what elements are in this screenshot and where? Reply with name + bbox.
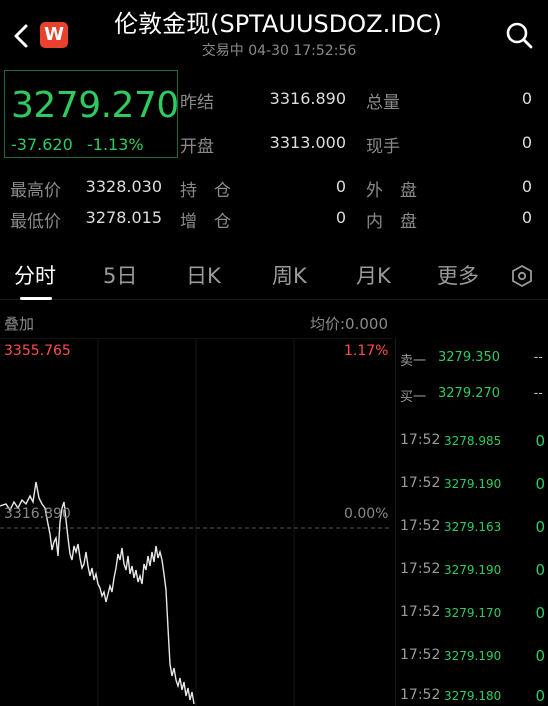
open-value: 3313.000 [269, 133, 346, 152]
app-header: W 伦敦金现(SPTAUUSDOZ.IDC) 交易中 04-30 17:52:5… [0, 0, 548, 68]
ask-volume: -- [533, 350, 543, 365]
open-interest-value: 0 [335, 177, 346, 196]
trade-volume: 0 [535, 475, 545, 493]
order-book-panel: 卖一 3279.350 -- 买一 3279.270 -- 17:52 3278… [395, 338, 548, 706]
bid-label: 买一 [400, 390, 427, 405]
trade-price: 3279.170 [444, 606, 502, 620]
current-price-box: 3279.270 -37.620 -1.13% [4, 70, 179, 158]
trade-row: 17:52 3278.985 0 [396, 430, 548, 452]
outer-volume-value: 0 [521, 177, 532, 196]
high-label: 最高价 [10, 181, 61, 201]
trade-time: 17:52 [400, 432, 441, 448]
trading-status: 交易中 04-30 17:52:56 [201, 43, 357, 59]
trade-price: 3279.163 [444, 520, 502, 534]
outer-volume-label: 外 盘 [366, 181, 417, 201]
prev-close-value: 3316.890 [269, 89, 346, 108]
tab-monthly-k[interactable]: 月K [356, 260, 391, 290]
trade-price: 3278.985 [444, 434, 502, 448]
total-volume-value: 0 [521, 89, 532, 108]
trade-volume: 0 [535, 647, 545, 665]
chart-prev-close-pct: 0.00% [344, 506, 389, 522]
open-label: 开盘 [180, 137, 214, 157]
trade-time: 17:52 [400, 561, 441, 577]
trade-row: 17:52 3279.190 0 [396, 645, 548, 667]
add-position-label: 增 仓 [180, 212, 231, 232]
trade-time: 17:52 [400, 518, 441, 534]
trade-row: 17:52 3279.180 0 [396, 685, 548, 706]
trade-time: 17:52 [400, 687, 441, 703]
trade-time: 17:52 [400, 475, 441, 491]
prev-close-label: 昨结 [180, 93, 214, 113]
total-volume-label: 总量 [366, 93, 400, 113]
tab-5day[interactable]: 5日 [103, 260, 137, 290]
trade-volume: 0 [535, 432, 545, 450]
trade-price: 3279.190 [444, 563, 502, 577]
tab-intraday[interactable]: 分时 [14, 260, 56, 290]
tab-more[interactable]: 更多 [437, 260, 479, 290]
high-value: 3328.030 [85, 177, 162, 196]
ask-price: 3279.350 [438, 350, 501, 365]
open-interest-label: 持 仓 [180, 181, 231, 201]
trade-row: 17:52 3279.190 0 [396, 559, 548, 581]
intraday-chart[interactable] [0, 338, 392, 706]
active-tab-indicator [20, 297, 52, 300]
trade-row: 17:52 3279.163 0 [396, 516, 548, 538]
ask-row: 卖一 3279.350 -- [396, 348, 548, 370]
period-tabs: 分时 5日 日K 周K 月K 更多 [0, 252, 548, 300]
trade-row: 17:52 3279.170 0 [396, 602, 548, 624]
trade-row: 17:52 3279.190 0 [396, 473, 548, 495]
chart-top-price: 3355.765 [4, 343, 71, 359]
low-value: 3278.015 [85, 208, 162, 227]
average-price-label: 均价:0.000 [310, 315, 388, 333]
page-title: 伦敦金现(SPTAUUSDOZ.IDC) [114, 10, 442, 38]
bid-volume: -- [533, 386, 543, 401]
hexagon-settings-icon[interactable] [510, 264, 534, 288]
chart-top-pct: 1.17% [344, 343, 389, 359]
bid-row: 买一 3279.270 -- [396, 384, 548, 406]
trade-price: 3279.180 [444, 689, 502, 703]
add-position-value: 0 [335, 208, 346, 227]
inner-volume-value: 0 [521, 208, 532, 227]
trade-volume: 0 [535, 687, 545, 705]
price-change-pct: -1.13% [87, 135, 144, 154]
trade-price: 3279.190 [444, 649, 502, 663]
inner-volume-label: 内 盘 [366, 212, 417, 232]
current-volume-value: 0 [521, 133, 532, 152]
current-price: 3279.270 [11, 85, 179, 126]
trade-time: 17:52 [400, 604, 441, 620]
chart-prev-close-price: 3316.890 [4, 506, 71, 522]
trade-volume: 0 [535, 561, 545, 579]
bid-price: 3279.270 [438, 386, 501, 401]
ask-label: 卖一 [400, 354, 427, 369]
trade-volume: 0 [535, 518, 545, 536]
low-label: 最低价 [10, 212, 61, 232]
trade-time: 17:52 [400, 647, 441, 663]
trade-price: 3279.190 [444, 477, 502, 491]
current-volume-label: 现手 [366, 137, 400, 157]
price-change: -37.620 [11, 135, 73, 154]
tab-weekly-k[interactable]: 周K [272, 260, 307, 290]
trade-volume: 0 [535, 604, 545, 622]
overlay-button[interactable]: 叠加 [4, 313, 34, 334]
search-icon[interactable] [504, 20, 534, 50]
tab-daily-k[interactable]: 日K [186, 260, 221, 290]
